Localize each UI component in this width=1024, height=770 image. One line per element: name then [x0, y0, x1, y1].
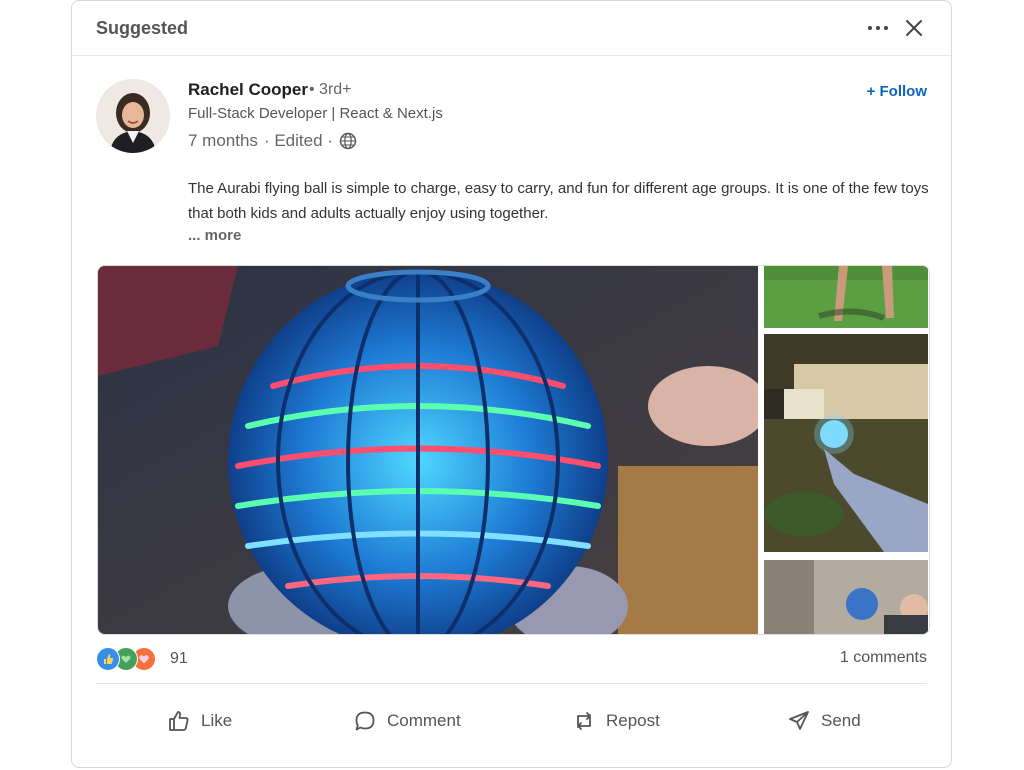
send-button[interactable]: Send [787, 697, 861, 745]
comment-label: Comment [387, 711, 461, 730]
reaction-count: 91 [170, 650, 188, 667]
post-text: The Aurabi flying ball is simple to char… [188, 180, 929, 222]
more-options-button[interactable] [867, 19, 889, 37]
repost-label: Repost [606, 711, 660, 730]
close-icon [906, 20, 922, 36]
like-reaction-icon [96, 647, 120, 671]
post-actions-bar: Like Comment Repost Send [72, 697, 951, 747]
like-label: Like [201, 711, 233, 730]
post-card: Suggested Rachel Cooper • 3rd+ Full-Stac… [71, 0, 952, 768]
follow-button[interactable]: + Follow [867, 83, 927, 100]
send-label: Send [821, 711, 861, 730]
author-avatar[interactable] [96, 79, 170, 153]
author-headline: Full-Stack Developer | React & Next.js [188, 105, 443, 122]
thumbs-up-icon [169, 711, 189, 731]
post-media[interactable] [97, 265, 930, 635]
close-button[interactable] [905, 19, 923, 37]
repost-icon [577, 712, 591, 730]
comment-icon [355, 711, 375, 731]
ellipsis-icon [868, 26, 872, 30]
author-name[interactable]: Rachel Cooper [188, 80, 308, 100]
thumbnail-grass[interactable] [764, 266, 928, 328]
send-icon [789, 711, 809, 730]
repost-button[interactable]: Repost [572, 697, 660, 745]
suggested-label: Suggested [96, 18, 189, 38]
thumbnail-indoor[interactable] [764, 560, 928, 634]
comments-count-link[interactable]: 1 comments [840, 649, 927, 667]
edited-label: · Edited · [263, 131, 333, 150]
post-meta: 7 months · Edited · [188, 131, 357, 151]
connection-degree: • 3rd+ [309, 81, 352, 98]
divider [96, 683, 927, 684]
comment-button[interactable]: Comment [353, 697, 461, 745]
post-time: 7 months [188, 131, 258, 150]
post-header-bar: Suggested [72, 1, 951, 56]
main-post-image[interactable] [98, 266, 758, 634]
see-more-link[interactable]: ... more [188, 227, 241, 244]
like-button[interactable]: Like [167, 697, 232, 745]
reactions-summary[interactable]: 91 [96, 646, 188, 672]
thumbnail-night[interactable] [764, 334, 928, 552]
globe-icon [339, 132, 357, 150]
